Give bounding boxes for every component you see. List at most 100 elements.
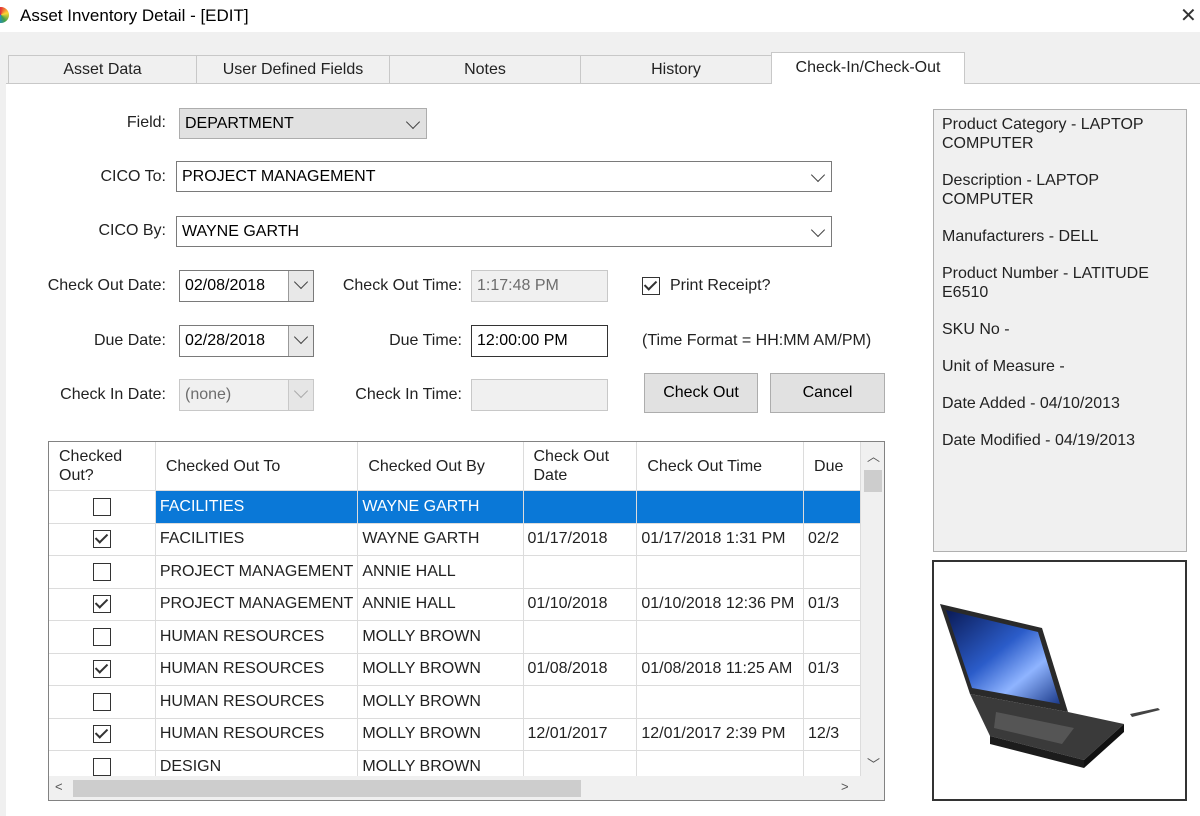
field-dropdown[interactable]: DEPARTMENT xyxy=(179,108,427,139)
due-cell xyxy=(803,555,861,589)
checkbox-checked-icon[interactable] xyxy=(92,725,111,744)
table-row[interactable]: PROJECT MANAGEMENT ANNIE HALL 01/10/2018 01… xyxy=(49,588,861,621)
horizontal-scroll-thumb[interactable] xyxy=(73,780,581,797)
checked-out-cell[interactable] xyxy=(49,523,156,556)
check-out-time-cell: 12/01/2017 2:39 PM xyxy=(636,718,805,751)
info-product-category: Product Category - LAPTOP COMPUTER xyxy=(942,116,1144,152)
checked-out-by-cell: WAYNE GARTH xyxy=(357,490,524,524)
print-receipt-checkbox[interactable] xyxy=(642,277,660,295)
table-row[interactable]: HUMAN RESOURCES MOLLY BROWN xyxy=(49,685,861,719)
checkbox-unchecked-icon[interactable] xyxy=(92,692,111,711)
checkbox-unchecked-icon[interactable] xyxy=(92,627,111,646)
checkout-history-grid[interactable]: Checked Out? Checked Out To Checked Out … xyxy=(48,441,885,801)
due-cell: 12/3 xyxy=(803,718,861,751)
table-row[interactable]: FACILITIES WAYNE GARTH 01/17/2018 01/17/201… xyxy=(49,523,861,556)
title-bar: Asset Inventory Detail - [EDIT] ✕ xyxy=(0,0,1200,32)
checked-out-cell[interactable] xyxy=(49,555,156,589)
table-row[interactable]: FACILITIES WAYNE GARTH xyxy=(49,490,861,524)
scroll-right-icon[interactable]: > xyxy=(841,779,849,794)
checked-out-cell[interactable] xyxy=(49,718,156,751)
time-format-note: (Time Format = HH:MM AM/PM) xyxy=(642,332,872,349)
check-in-date-value: (none) xyxy=(185,386,232,403)
column-header-checked-out[interactable]: Checked Out? xyxy=(49,442,156,491)
table-row[interactable]: HUMAN RESOURCES MOLLY BROWN xyxy=(49,620,861,654)
check-out-date-cell: 01/10/2018 xyxy=(523,588,638,621)
calendar-dropdown-icon[interactable] xyxy=(288,271,313,301)
tab-asset-data[interactable]: Asset Data xyxy=(8,55,197,83)
horizontal-scrollbar[interactable]: < > xyxy=(49,776,861,800)
checkbox-unchecked-icon[interactable] xyxy=(92,497,111,516)
due-time-label: Due Time: xyxy=(389,332,462,349)
calendar-dropdown-icon[interactable] xyxy=(288,326,313,356)
vertical-scrollbar[interactable]: ︿ ﹀ xyxy=(861,442,884,776)
due-cell: 01/3 xyxy=(803,588,861,621)
checkbox-checked-icon[interactable] xyxy=(92,595,111,614)
vertical-scroll-thumb[interactable] xyxy=(864,470,882,492)
checkbox-unchecked-icon[interactable] xyxy=(92,562,111,581)
checked-out-to-cell: HUMAN RESOURCES xyxy=(155,653,359,686)
due-time-field[interactable]: 12:00:00 PM xyxy=(471,325,608,357)
column-header-due[interactable]: Due xyxy=(803,442,861,491)
info-unit-of-measure: Unit of Measure - xyxy=(942,358,1065,375)
table-row[interactable]: HUMAN RESOURCES MOLLY BROWN 01/08/2018 01/0… xyxy=(49,653,861,686)
checkbox-checked-icon[interactable] xyxy=(92,530,111,549)
check-out-time-cell xyxy=(636,620,805,654)
info-date-modified: Date Modified - 04/19/2013 xyxy=(942,432,1136,449)
check-out-date-picker[interactable]: 02/08/2018 xyxy=(179,270,314,302)
close-icon[interactable]: ✕ xyxy=(1180,3,1197,28)
checked-out-cell[interactable] xyxy=(49,588,156,621)
cancel-button[interactable]: Cancel xyxy=(770,373,885,413)
laptop-product-image xyxy=(940,604,1160,768)
cico-by-label: CICO By: xyxy=(98,222,166,239)
check-out-button[interactable]: Check Out xyxy=(644,373,758,413)
column-header-check-out-date[interactable]: Check Out Date xyxy=(523,442,638,491)
check-out-date-cell xyxy=(523,685,638,719)
column-header-check-out-time[interactable]: Check Out Time xyxy=(636,442,805,491)
checked-out-cell[interactable] xyxy=(49,685,156,719)
due-cell: 02/2 xyxy=(803,523,861,556)
checkbox-checked-icon xyxy=(642,277,660,295)
checked-out-by-cell: MOLLY BROWN xyxy=(357,620,524,654)
check-out-time-cell xyxy=(636,555,805,589)
cico-to-dropdown[interactable]: PROJECT MANAGEMENT xyxy=(176,161,832,192)
column-header-checked-out-to[interactable]: Checked Out To xyxy=(155,442,359,491)
column-header-checked-out-by[interactable]: Checked Out By xyxy=(357,442,524,491)
checkbox-checked-icon[interactable] xyxy=(92,660,111,679)
due-cell: 01/3 xyxy=(803,653,861,686)
checked-out-cell[interactable] xyxy=(49,490,156,524)
info-product-number: Product Number - LATITUDE E6510 xyxy=(942,265,1149,301)
checked-out-cell[interactable] xyxy=(49,653,156,686)
checked-out-by-cell: MOLLY BROWN xyxy=(357,685,524,719)
tab-notes[interactable]: Notes xyxy=(389,55,581,83)
table-row[interactable]: HUMAN RESOURCES MOLLY BROWN 12/01/2017 12/0… xyxy=(49,718,861,751)
due-cell xyxy=(803,620,861,654)
chevron-down-icon xyxy=(405,114,421,130)
checkbox-unchecked-icon[interactable] xyxy=(92,757,111,776)
scroll-corner xyxy=(861,776,884,800)
checked-out-by-cell: ANNIE HALL xyxy=(357,588,524,621)
due-date-value: 02/28/2018 xyxy=(185,332,266,349)
tab-check-in-check-out[interactable]: Check-In/Check-Out xyxy=(771,52,965,84)
checked-out-by-cell: MOLLY BROWN xyxy=(357,750,524,776)
cico-by-dropdown[interactable]: WAYNE GARTH xyxy=(176,216,832,247)
checked-out-to-cell: HUMAN RESOURCES xyxy=(155,620,359,654)
checked-out-cell[interactable] xyxy=(49,620,156,654)
table-row[interactable]: DESIGN MOLLY BROWN xyxy=(49,750,861,776)
due-date-label: Due Date: xyxy=(93,332,166,349)
check-out-date-value: 02/08/2018 xyxy=(185,277,266,294)
tab-history[interactable]: History xyxy=(580,55,772,83)
tab-user-defined-fields[interactable]: User Defined Fields xyxy=(196,55,390,83)
check-out-date-cell xyxy=(523,620,638,654)
check-out-date-cell xyxy=(523,750,638,776)
scroll-down-icon[interactable]: ﹀ xyxy=(867,754,880,773)
scroll-up-icon[interactable]: ︿ xyxy=(867,446,880,465)
print-receipt-label: Print Receipt? xyxy=(670,277,771,294)
grid-table: Checked Out? Checked Out To Checked Out … xyxy=(49,442,861,776)
due-date-picker[interactable]: 02/28/2018 xyxy=(179,325,314,357)
chevron-down-icon xyxy=(810,167,826,183)
checked-out-cell[interactable] xyxy=(49,750,156,776)
scroll-left-icon[interactable]: < xyxy=(55,779,63,794)
due-cell xyxy=(803,685,861,719)
table-row[interactable]: PROJECT MANAGEMENT ANNIE HALL xyxy=(49,555,861,589)
checked-out-to-cell: FACILITIES xyxy=(155,490,359,524)
